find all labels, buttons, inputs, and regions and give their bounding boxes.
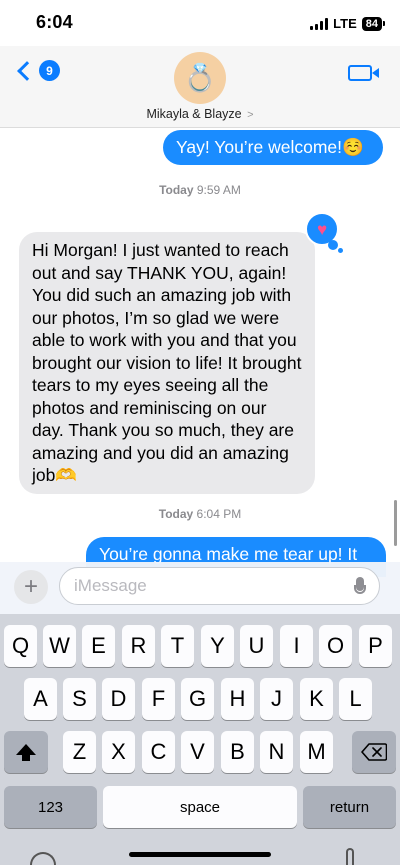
key-k[interactable]: K bbox=[300, 678, 333, 720]
key-v[interactable]: V bbox=[181, 731, 214, 773]
delete-icon bbox=[361, 743, 387, 761]
delete-key[interactable] bbox=[352, 731, 396, 773]
key-s[interactable]: S bbox=[63, 678, 96, 720]
unread-count-badge: 9 bbox=[39, 60, 60, 81]
timestamp-time: 6:04 PM bbox=[196, 507, 242, 521]
key-u[interactable]: U bbox=[240, 625, 273, 667]
message-input[interactable]: iMessage bbox=[59, 567, 380, 605]
numbers-key[interactable]: 123 bbox=[4, 786, 97, 828]
key-c[interactable]: C bbox=[142, 731, 175, 773]
conversation-header: 9 💍 Mikayla & Blayze > bbox=[0, 46, 400, 128]
key-z[interactable]: Z bbox=[63, 731, 96, 773]
back-chevron-icon bbox=[17, 60, 37, 81]
key-i[interactable]: I bbox=[280, 625, 313, 667]
key-f[interactable]: F bbox=[142, 678, 175, 720]
message-timestamp: Today 6:04 PM bbox=[0, 507, 400, 521]
return-key[interactable]: return bbox=[303, 786, 396, 828]
compose-bar: + iMessage bbox=[0, 562, 400, 614]
timestamp-time: 9:59 AM bbox=[196, 183, 241, 197]
scrollbar[interactable] bbox=[394, 500, 397, 546]
key-y[interactable]: Y bbox=[201, 625, 234, 667]
key-j[interactable]: J bbox=[260, 678, 293, 720]
shift-icon bbox=[16, 743, 36, 761]
key-a[interactable]: A bbox=[24, 678, 57, 720]
contact-name-label: Mikayla & Blayze bbox=[146, 107, 242, 121]
timestamp-day: Today bbox=[159, 183, 194, 197]
timestamp-day: Today bbox=[158, 507, 194, 521]
key-b[interactable]: B bbox=[221, 731, 254, 773]
home-indicator[interactable] bbox=[129, 852, 271, 857]
message-input-placeholder: iMessage bbox=[74, 576, 147, 595]
key-g[interactable]: G bbox=[181, 678, 214, 720]
avatar[interactable]: 💍 bbox=[174, 52, 226, 104]
key-x[interactable]: X bbox=[102, 731, 135, 773]
contact-chevron-icon: > bbox=[247, 109, 254, 121]
status-time: 6:04 bbox=[36, 12, 73, 32]
key-q[interactable]: Q bbox=[4, 625, 37, 667]
key-p[interactable]: P bbox=[359, 625, 392, 667]
shift-key[interactable] bbox=[4, 731, 48, 773]
signal-icon bbox=[310, 17, 329, 30]
key-r[interactable]: R bbox=[122, 625, 155, 667]
key-w[interactable]: W bbox=[43, 625, 76, 667]
microphone-stand bbox=[354, 585, 366, 594]
key-o[interactable]: O bbox=[319, 625, 352, 667]
key-e[interactable]: E bbox=[82, 625, 115, 667]
heart-icon: ♥ bbox=[316, 219, 328, 239]
key-l[interactable]: L bbox=[339, 678, 372, 720]
network-label: LTE bbox=[333, 16, 357, 31]
received-message-bubble[interactable]: Hi Morgan! I just wanted to reach out an… bbox=[19, 232, 315, 494]
message-timestamp: Today 9:59 AM bbox=[0, 183, 400, 197]
key-m[interactable]: M bbox=[300, 731, 333, 773]
battery-icon: 84 bbox=[361, 16, 386, 31]
status-bar: 6:04 LTE 84 bbox=[0, 0, 400, 46]
key-t[interactable]: T bbox=[161, 625, 194, 667]
key-d[interactable]: D bbox=[102, 678, 135, 720]
dictation-icon[interactable] bbox=[346, 848, 354, 865]
tapback-tail bbox=[328, 240, 338, 250]
back-button[interactable]: 9 bbox=[14, 60, 60, 81]
space-key[interactable]: space bbox=[103, 786, 297, 828]
plus-icon[interactable]: + bbox=[14, 570, 48, 604]
tapback-tail-dot bbox=[338, 248, 343, 253]
keyboard: Q W E R T Y U I O P A S D F G H J K L Z … bbox=[0, 614, 400, 865]
contact-name[interactable]: Mikayla & Blayze > bbox=[0, 107, 400, 121]
status-indicators: LTE 84 bbox=[310, 16, 386, 31]
video-call-icon[interactable] bbox=[348, 65, 379, 81]
sent-message-bubble[interactable]: Yay! You’re welcome!☺️ bbox=[163, 130, 383, 165]
key-h[interactable]: H bbox=[221, 678, 254, 720]
key-n[interactable]: N bbox=[260, 731, 293, 773]
